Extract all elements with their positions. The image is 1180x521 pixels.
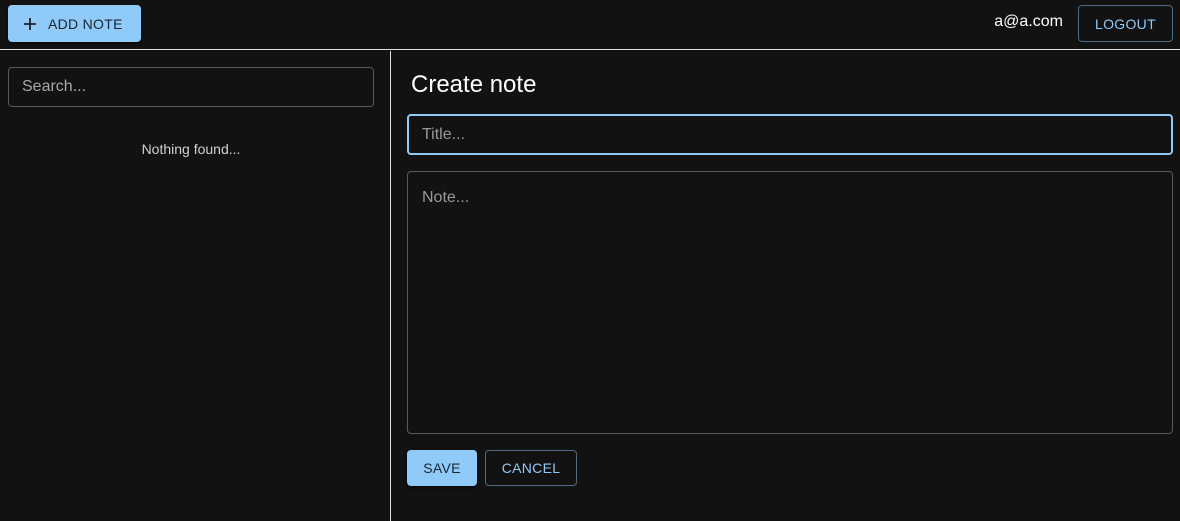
notes-app: ADD NOTE a@a.com LOGOUT Nothing found...… <box>0 0 1180 521</box>
cancel-button[interactable]: CANCEL <box>485 450 577 486</box>
top-bar: ADD NOTE a@a.com LOGOUT <box>0 0 1180 50</box>
add-note-button[interactable]: ADD NOTE <box>8 5 141 42</box>
note-body-textarea[interactable] <box>407 171 1173 434</box>
page-title: Create note <box>411 71 537 98</box>
save-button[interactable]: SAVE <box>407 450 477 486</box>
add-note-label: ADD NOTE <box>48 15 123 32</box>
note-title-input[interactable] <box>407 114 1173 155</box>
user-email: a@a.com <box>994 13 1063 30</box>
logout-button[interactable]: LOGOUT <box>1078 5 1173 42</box>
panel-divider <box>390 51 391 521</box>
plus-icon <box>24 17 36 30</box>
empty-results-message: Nothing found... <box>141 141 241 157</box>
search-input[interactable] <box>8 67 374 107</box>
